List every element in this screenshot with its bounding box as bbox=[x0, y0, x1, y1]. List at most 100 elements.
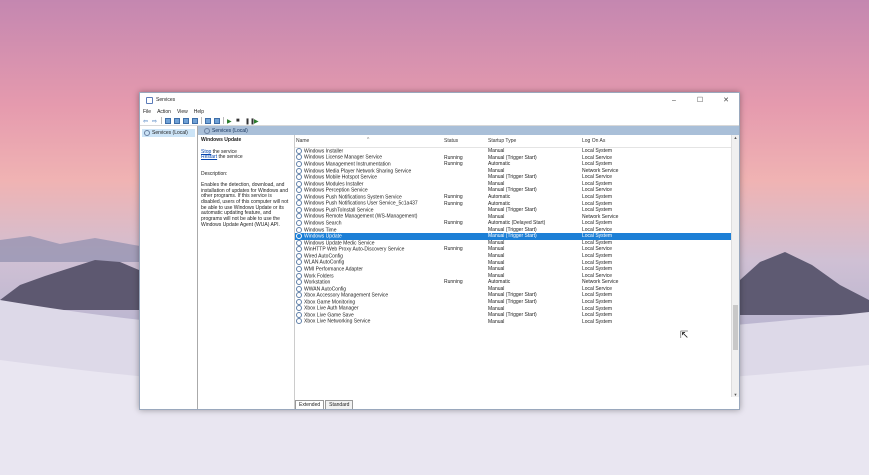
service-startup-cell-text: Manual (Trigger Start) bbox=[488, 298, 537, 305]
service-name-cell-text: Windows Update Medic Service bbox=[304, 240, 375, 247]
service-startup-cell-text: Manual bbox=[488, 318, 505, 325]
service-startup-cell-text: Manual (Trigger Start) bbox=[488, 292, 537, 299]
back-arrow-icon[interactable]: ⇦ bbox=[143, 118, 149, 125]
tab-standard[interactable]: Standard bbox=[325, 400, 354, 409]
service-name-cell-text: Windows Remote Management (WS-Management… bbox=[304, 213, 418, 220]
service-logon-cell-text: Local Service bbox=[582, 154, 613, 161]
view-icon[interactable] bbox=[214, 117, 220, 124]
service-gear-icon bbox=[296, 305, 302, 312]
menu-bar: File Action View Help bbox=[140, 107, 739, 116]
menu-help[interactable]: Help bbox=[194, 109, 204, 115]
restart-service-icon[interactable]: ▶ bbox=[254, 118, 260, 125]
toolbar-separator bbox=[201, 117, 202, 124]
service-name-cell-text: Work Folders bbox=[304, 272, 334, 279]
menu-view[interactable]: View bbox=[177, 109, 188, 115]
minimize-button[interactable]: – bbox=[661, 97, 687, 104]
close-button[interactable]: ✕ bbox=[713, 96, 739, 104]
tab-extended[interactable]: Extended bbox=[295, 400, 325, 409]
pause-service-icon[interactable]: ❚❚ bbox=[245, 118, 255, 125]
tree-item-services-local[interactable]: Services (Local) bbox=[142, 129, 195, 137]
refresh-icon[interactable] bbox=[183, 117, 189, 124]
service-startup-cell-text: Automatic bbox=[488, 200, 511, 207]
service-logon-cell-text: Local Service bbox=[582, 285, 613, 292]
scroll-down-icon[interactable]: ▼ bbox=[732, 392, 739, 397]
sort-arrow-icon: ^ bbox=[367, 137, 370, 143]
service-gear-icon bbox=[296, 180, 302, 187]
menu-action[interactable]: Action bbox=[157, 109, 171, 115]
show-hide-tree-icon[interactable] bbox=[165, 117, 171, 124]
service-startup-cell-text: Manual bbox=[488, 253, 505, 259]
service-gear-icon bbox=[296, 259, 302, 266]
service-status-cell-text: Running bbox=[444, 161, 463, 168]
service-logon-cell-text: Local System bbox=[582, 148, 613, 154]
service-logon-cell-text: Local System bbox=[582, 298, 613, 305]
service-gear-icon bbox=[296, 239, 302, 246]
vertical-scrollbar[interactable]: ▲ ▼ bbox=[731, 135, 739, 397]
export-list-icon[interactable] bbox=[192, 117, 198, 124]
service-name-cell-text: Xbox Live Game Save bbox=[304, 312, 354, 319]
service-startup-cell-text: Manual bbox=[488, 246, 505, 253]
service-startup-cell-text: Manual bbox=[488, 285, 505, 292]
description-pane: Windows Update Stop the service Restart … bbox=[198, 135, 295, 409]
service-gear-icon bbox=[296, 167, 302, 174]
service-name-cell-text: Windows Management Instrumentation bbox=[304, 161, 391, 168]
service-name-cell-text: Xbox Accessory Management Service bbox=[304, 292, 389, 299]
services-app-icon bbox=[146, 96, 153, 104]
service-startup-cell: Manual bbox=[488, 319, 582, 326]
service-name-cell-text: WWAN AutoConfig bbox=[304, 285, 347, 292]
column-headers: Name Status Startup Type Log On As ^ bbox=[295, 135, 731, 148]
service-name-cell-text: Windows Update bbox=[304, 233, 342, 240]
service-name-cell-text: Windows Installer bbox=[304, 148, 344, 155]
service-name-cell-text: Xbox Game Monitoring bbox=[304, 299, 356, 306]
properties-icon[interactable] bbox=[174, 117, 180, 124]
table-row[interactable]: Xbox Live Networking Service Manual Local … bbox=[295, 318, 731, 326]
view-tabs: Extended Standard bbox=[295, 398, 354, 409]
column-header-name[interactable]: Name bbox=[296, 135, 444, 147]
service-gear-icon bbox=[296, 187, 302, 194]
toolbar-separator bbox=[223, 117, 224, 124]
scroll-thumb[interactable] bbox=[733, 305, 738, 350]
service-logon-cell: Local System bbox=[582, 319, 662, 326]
console-tree: Services (Local) bbox=[140, 126, 198, 409]
service-logon-cell-text: Local System bbox=[582, 239, 613, 246]
column-header-startup-type[interactable]: Startup Type bbox=[488, 135, 582, 147]
column-header-status[interactable]: Status bbox=[444, 135, 488, 147]
service-gear-icon bbox=[296, 252, 302, 259]
service-gear-icon bbox=[296, 226, 302, 233]
scroll-up-icon[interactable]: ▲ bbox=[732, 135, 739, 140]
restart-service-link[interactable]: Restart bbox=[201, 154, 217, 161]
maximize-button[interactable]: ☐ bbox=[687, 96, 713, 104]
forward-arrow-icon[interactable]: ⇨ bbox=[152, 118, 158, 125]
service-status-cell: Running bbox=[444, 220, 488, 227]
service-gear-icon bbox=[296, 193, 302, 200]
column-header-log-on-as[interactable]: Log On As bbox=[582, 135, 662, 147]
service-logon-cell-text: Local System bbox=[582, 259, 613, 266]
toolbar-separator bbox=[161, 117, 162, 124]
service-status-cell-text: Running bbox=[444, 246, 463, 253]
help-icon[interactable] bbox=[205, 117, 211, 124]
service-gear-icon bbox=[296, 174, 302, 181]
tree-item-label: Services (Local) bbox=[152, 130, 188, 136]
gear-icon bbox=[144, 130, 150, 136]
mouse-cursor-icon: ⇱ bbox=[680, 330, 689, 341]
service-name-cell-text: Windows Media Player Network Sharing Ser… bbox=[304, 167, 412, 174]
service-gear-icon bbox=[296, 311, 302, 318]
service-gear-icon bbox=[296, 279, 302, 286]
service-logon-cell-text: Local System bbox=[582, 200, 613, 207]
service-logon-cell-text: Local Service bbox=[582, 174, 613, 181]
service-startup-cell-text: Manual bbox=[488, 266, 505, 273]
service-startup-cell-text: Manual (Trigger Start) bbox=[488, 154, 537, 161]
service-logon-cell-text: Local Service bbox=[582, 187, 613, 194]
service-logon-cell-text: Local System bbox=[582, 266, 613, 273]
stop-service-icon[interactable]: ■ bbox=[236, 118, 242, 124]
description-text: Enables the detection, download, and ins… bbox=[201, 181, 289, 228]
service-logon-cell-text: Local System bbox=[582, 193, 613, 200]
service-name-cell-text: WinHTTP Web Proxy Auto-Discovery Service bbox=[304, 246, 405, 253]
service-logon-cell-text: Local System bbox=[582, 220, 613, 227]
service-name-cell-text: Wired AutoConfig bbox=[304, 253, 343, 260]
service-gear-icon bbox=[296, 285, 302, 292]
menu-file[interactable]: File bbox=[143, 109, 151, 115]
start-service-icon[interactable]: ▶ bbox=[227, 118, 233, 125]
service-name-cell-text: Windows Search bbox=[304, 220, 342, 227]
service-gear-icon bbox=[296, 292, 302, 299]
